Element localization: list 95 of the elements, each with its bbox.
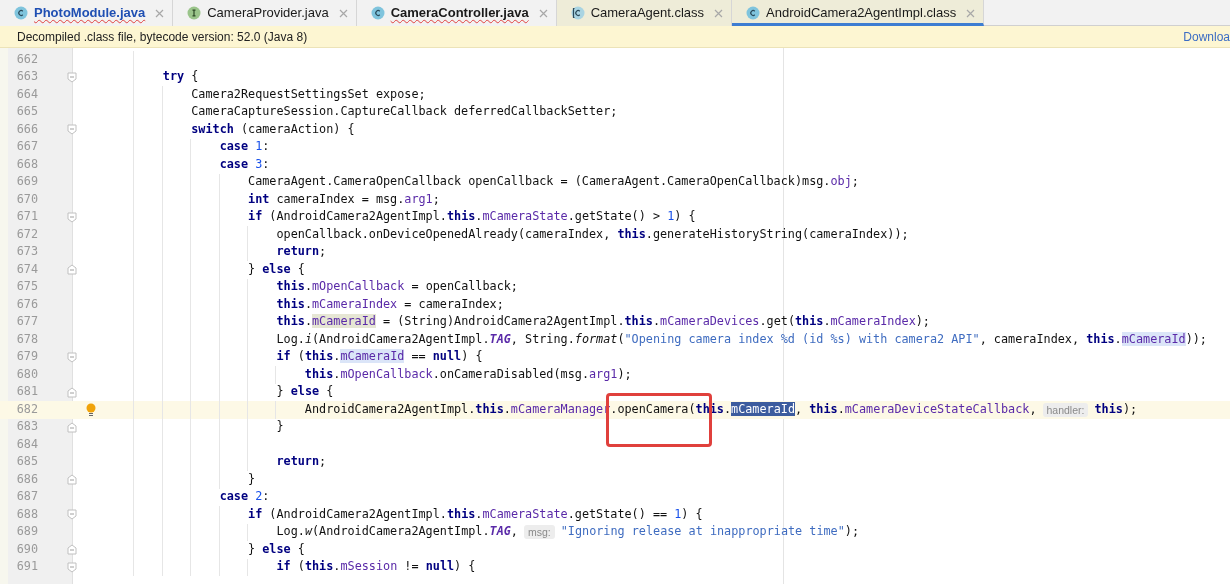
fold-icon[interactable] — [67, 71, 77, 83]
editor-tab[interactable]: CameraProvider.java — [173, 0, 357, 26]
editor-tab[interactable]: CameraAgent.class — [556, 0, 733, 26]
line-number: 690 — [16, 540, 38, 558]
close-icon[interactable] — [538, 8, 548, 18]
line-number: 675 — [16, 278, 38, 296]
line-number: 671 — [16, 208, 38, 226]
code-text: case 3: — [218, 155, 270, 173]
code-text: switch (cameraAction) { — [190, 120, 355, 138]
tab-label: AndroidCamera2AgentImpl.class — [766, 4, 957, 23]
line-number: 679 — [16, 348, 38, 366]
code-text: } else { — [247, 540, 305, 558]
code-text: return; — [275, 453, 327, 471]
code-text: try { — [161, 68, 199, 86]
line-number: 691 — [16, 558, 38, 576]
tab-label: CameraProvider.java — [207, 4, 329, 23]
code-text: int cameraIndex = msg.arg1; — [247, 190, 440, 208]
download-link[interactable]: Downloa — [1183, 27, 1230, 46]
code-text: this.mOpenCallback = openCallback; — [275, 278, 518, 296]
line-number: 670 — [16, 190, 38, 208]
code-text: this.mCameraId = (String)AndroidCamera2AgentImpl.this.mCameraDevices.get(this.mCameraIndex); — [275, 313, 930, 331]
line-number: 684 — [16, 435, 38, 453]
line-number: 683 — [16, 418, 38, 436]
code-text: } — [247, 470, 256, 488]
code-text: this.mCameraIndex = cameraIndex; — [275, 295, 504, 313]
line-number: 687 — [16, 488, 38, 506]
line-number: 666 — [16, 120, 38, 138]
lightbulb-icon[interactable] — [86, 402, 96, 417]
line-number: 688 — [16, 505, 38, 523]
editor-tab[interactable]: AndroidCamera2AgentImpl.class — [732, 0, 985, 26]
line-number: 663 — [16, 68, 38, 86]
code-text: if (AndroidCamera2AgentImpl.this.mCameraState.getState() == 1) { — [247, 505, 703, 523]
code-text: "Ignoring release at inappropriate time"); — [560, 523, 860, 541]
parameter-hint: handler: — [1042, 402, 1089, 417]
code-text: Log.i(AndroidCamera2AgentImpl.TAG, String.format("Opening camera index %d (id %s) with camera2 API", cameraIndex, this.mCameraId)); — [275, 330, 1207, 348]
code-text: CameraCaptureSession.CaptureCallback deferredCallbackSetter; — [190, 103, 618, 121]
code-text: } else { — [247, 260, 305, 278]
class-icon — [370, 6, 385, 20]
line-number: 686 — [16, 470, 38, 488]
line-number: 680 — [16, 365, 38, 383]
line-number: 676 — [16, 295, 38, 313]
line-number: 669 — [16, 173, 38, 191]
code-text: this.mOpenCallback.onCameraDisabled(msg.arg1); — [303, 365, 632, 383]
line-number: 674 — [16, 260, 38, 278]
close-icon[interactable] — [966, 8, 976, 18]
fold-icon[interactable] — [67, 351, 77, 363]
fold-icon[interactable] — [67, 474, 77, 486]
line-number: 667 — [16, 138, 38, 156]
fold-icon[interactable] — [67, 561, 77, 573]
class-icon — [14, 6, 28, 20]
fold-icon[interactable] — [67, 124, 77, 136]
close-icon[interactable] — [338, 8, 348, 18]
code-text: this); — [1094, 400, 1138, 418]
line-number: 685 — [16, 453, 38, 471]
fold-icon[interactable] — [67, 264, 77, 276]
class-icon — [746, 6, 761, 20]
line-number: 673 — [16, 243, 38, 261]
code-text: case 1: — [218, 138, 270, 156]
editor-tab[interactable]: CameraController.java — [356, 0, 557, 26]
code-text: if (this.mCameraId == null) { — [275, 348, 483, 366]
code-text: case 2: — [218, 488, 270, 506]
code-text: } — [275, 418, 284, 436]
line-number: 678 — [16, 330, 38, 348]
line-number: 668 — [16, 155, 38, 173]
fold-icon[interactable] — [67, 509, 77, 521]
code-text: if (this.mSession != null) { — [275, 558, 476, 576]
line-number: 689 — [16, 523, 38, 541]
line-number: 665 — [16, 103, 38, 121]
line-number: 681 — [16, 383, 38, 401]
code-text: openCallback.onDeviceOpenedAlready(cameraIndex, this.generateHistoryString(cameraIndex)); — [275, 225, 909, 243]
close-icon[interactable] — [714, 8, 724, 18]
code-text: Camera2RequestSettingsSet expose; — [190, 85, 426, 103]
line-number: 677 — [16, 313, 38, 331]
code-text: if (AndroidCamera2AgentImpl.this.mCameraState.getState() > 1) { — [247, 208, 696, 226]
interface-icon — [187, 6, 202, 20]
close-icon[interactable] — [155, 8, 165, 18]
code-text: CameraAgent.CameraOpenCallback openCallback = (CameraAgent.CameraOpenCallback)msg.obj; — [247, 173, 859, 191]
editor-tab[interactable]: PhotoModule.java — [0, 0, 174, 26]
tab-label: PhotoModule.java — [34, 4, 146, 23]
fold-icon[interactable] — [67, 544, 77, 556]
tab-label: CameraController.java — [390, 4, 529, 23]
parameter-hint: msg: — [523, 525, 555, 540]
line-number: 662 — [16, 50, 38, 68]
fold-icon[interactable] — [67, 211, 77, 223]
line-number: 672 — [16, 225, 38, 243]
code-text: return; — [275, 243, 327, 261]
fold-icon[interactable] — [67, 421, 77, 433]
line-number: 682 — [16, 400, 38, 418]
tab-label: CameraAgent.class — [590, 4, 705, 23]
class-file-icon — [570, 6, 585, 20]
line-number: 664 — [16, 85, 38, 103]
code-text: Log.w(AndroidCamera2AgentImpl.TAG, — [275, 523, 518, 541]
decompiled-notice: Decompiled .class file, bytecode version: 52.0 (Java 8) — [17, 28, 308, 46]
fold-icon[interactable] — [67, 386, 77, 398]
code-text: } else { — [275, 383, 334, 401]
